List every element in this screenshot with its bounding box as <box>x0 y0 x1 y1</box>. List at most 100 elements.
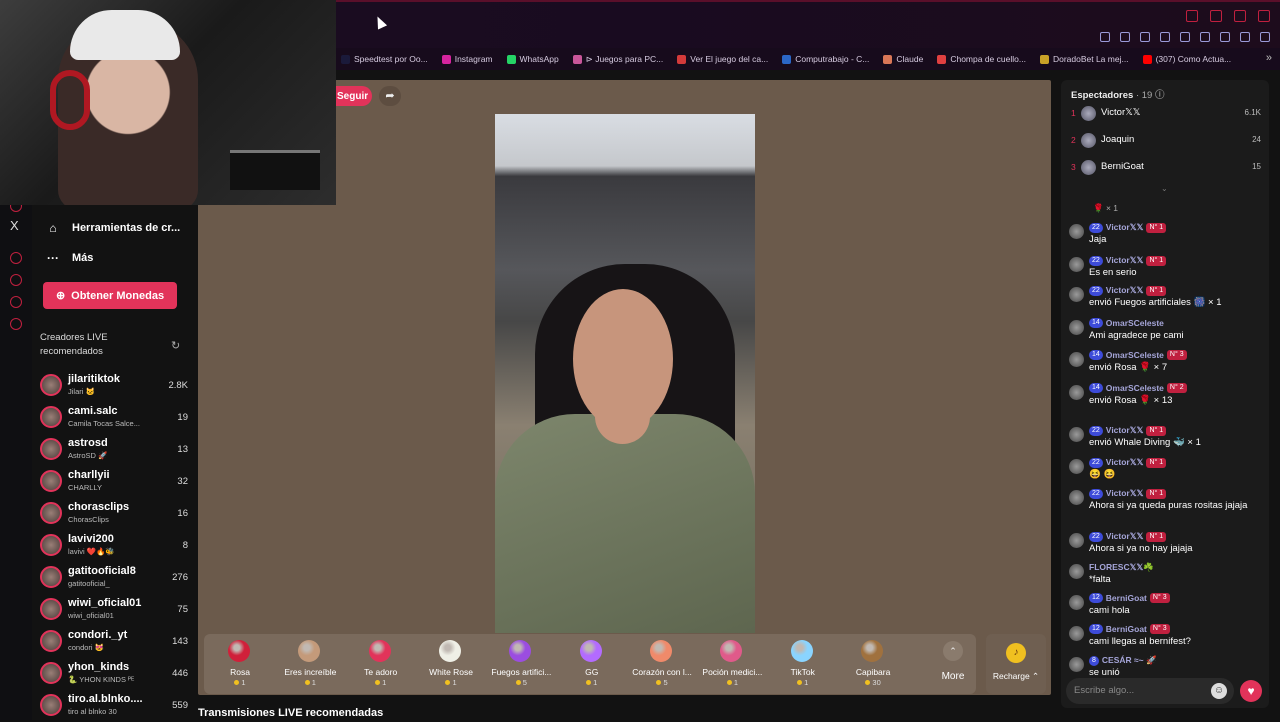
refresh-icon[interactable]: ↻ <box>171 339 180 352</box>
avatar[interactable] <box>1069 352 1084 367</box>
avatar[interactable] <box>1069 626 1084 641</box>
message-username[interactable]: OmarSCeleste <box>1106 350 1164 360</box>
more-gifts-button[interactable]: ⌃ More <box>933 641 973 687</box>
download-icon[interactable] <box>1240 32 1250 42</box>
creator-item[interactable]: tiro.al.blnko.... tiro al blnko 30 559 <box>38 690 188 722</box>
sidebar-item-more[interactable]: ··· Más <box>46 251 93 265</box>
bookmark-item[interactable]: Instagram <box>441 54 493 64</box>
info-icon[interactable]: ⓘ <box>1155 90 1165 101</box>
gift-item[interactable]: Rosa 1 <box>204 634 274 694</box>
bookmark-item[interactable]: Claude <box>883 54 923 64</box>
message-username[interactable]: Victor𝕏𝕏 <box>1106 255 1144 266</box>
follow-button[interactable]: Seguir <box>336 86 372 106</box>
search-icon[interactable] <box>1186 10 1198 22</box>
message-username[interactable]: FLORESC𝕏𝕏☘️ <box>1089 562 1154 573</box>
bookmark-item[interactable]: Computrabajo - C... <box>782 54 869 64</box>
bookmarks-more-icon[interactable]: » <box>1266 52 1272 64</box>
gift-item[interactable]: Poción medici... 1 <box>696 634 766 694</box>
top-viewer-row[interactable]: 3 BerniGoat 15 <box>1069 158 1261 180</box>
creator-item[interactable]: astrosd AstroSD 🚀 13 <box>38 434 188 466</box>
rail-icon[interactable] <box>10 296 22 308</box>
avatar[interactable] <box>1069 533 1084 548</box>
heart-icon[interactable] <box>1180 32 1190 42</box>
message-username[interactable]: OmarSCeleste <box>1106 318 1164 328</box>
gift-item[interactable]: Fuegos artifici... 5 <box>485 634 555 694</box>
creator-item[interactable]: yhon_kinds 🐍 YHON KINDS ᴾᴱ 446 <box>38 658 188 690</box>
shield-icon[interactable] <box>1140 32 1150 42</box>
avatar[interactable] <box>1069 564 1084 579</box>
message-username[interactable]: Victor𝕏𝕏 <box>1106 285 1144 296</box>
message-username[interactable]: BerniGoat <box>1106 593 1147 603</box>
gift-item[interactable]: Corazón con l... 5 <box>626 634 696 694</box>
bookmark-item[interactable]: WhatsApp <box>506 54 559 64</box>
gift-item[interactable]: Eres increíble 1 <box>274 634 344 694</box>
emoji-icon[interactable]: ☺ <box>1211 683 1227 699</box>
creator-item[interactable]: chorasclips ChorasClips 16 <box>38 498 188 530</box>
bookmark-item[interactable]: Speedtest por Oo... <box>341 54 428 64</box>
live-video[interactable] <box>495 114 755 633</box>
creator-item[interactable]: jilaritiktok Jilari 🐱 2.8K <box>38 370 188 402</box>
message-username[interactable]: Victor𝕏𝕏 <box>1106 488 1144 499</box>
rail-icon[interactable] <box>10 252 22 264</box>
play-icon[interactable] <box>1160 32 1170 42</box>
chat-input[interactable]: Escribe algo... <box>1066 678 1234 704</box>
gift-item[interactable]: Te adoro 1 <box>345 634 415 694</box>
extension-icon[interactable] <box>1100 32 1110 42</box>
level-badge: 22 <box>1089 255 1103 266</box>
get-coins-button[interactable]: ⊕ Obtener Monedas <box>43 282 177 309</box>
fan-badge: N° 1 <box>1146 222 1167 233</box>
avatar[interactable] <box>1069 224 1084 239</box>
heart-button[interactable]: ♥ <box>1240 680 1262 702</box>
creator-item[interactable]: gatitooficial8 gatitooficial_ 276 <box>38 562 188 594</box>
send-icon[interactable] <box>1220 32 1230 42</box>
avatar[interactable] <box>1069 257 1084 272</box>
message-username[interactable]: Victor𝕏𝕏 <box>1106 222 1144 233</box>
creator-item[interactable]: wiwi_oficial01 wiwi_oficial01 75 <box>38 594 188 626</box>
maximize-icon[interactable] <box>1234 10 1246 22</box>
share-icon[interactable]: ➦ <box>379 86 401 106</box>
bookmark-item[interactable]: Chompa de cuello... <box>937 54 1026 64</box>
x-icon[interactable]: X <box>10 218 19 233</box>
recharge-button[interactable]: ♪ Recharge ⌃ <box>986 634 1046 694</box>
gift-item[interactable]: TikTok 1 <box>767 634 837 694</box>
gift-item[interactable]: GG 1 <box>556 634 626 694</box>
bookmark-item[interactable]: (307) Como Actua... <box>1142 54 1231 64</box>
top-viewer-row[interactable]: 2 Joaquin 24 <box>1069 131 1261 153</box>
viewers-heading[interactable]: Espectadores · 19 ⓘ <box>1071 87 1164 101</box>
close-icon[interactable] <box>1258 10 1270 22</box>
menu-icon[interactable] <box>1260 32 1270 42</box>
bookmark-item[interactable]: DoradoBet La mej... <box>1039 54 1129 64</box>
creator-subtitle: AstroSD 🚀 <box>68 451 108 460</box>
creator-item[interactable]: charllyii CHARLLY 32 <box>38 466 188 498</box>
avatar[interactable] <box>1069 427 1084 442</box>
creator-item[interactable]: condori._yt condori 😻 143 <box>38 626 188 658</box>
creator-item[interactable]: lavivi200 lavivi ❤️🔥🐝 8 <box>38 530 188 562</box>
message-username[interactable]: Victor𝕏𝕏 <box>1106 531 1144 542</box>
avatar[interactable] <box>1069 595 1084 610</box>
gift-item[interactable]: Capibara 30 <box>837 634 907 694</box>
creator-item[interactable]: cami.salc Camila Tocas Salce... 19 <box>38 402 188 434</box>
avatar[interactable] <box>1069 287 1084 302</box>
message-username[interactable]: Victor𝕏𝕏 <box>1106 425 1144 436</box>
chevron-down-icon[interactable]: ⌄ <box>1161 184 1168 193</box>
message-username[interactable]: CESÁR ≈~ 🚀 <box>1102 655 1157 666</box>
rail-icon[interactable] <box>10 318 22 330</box>
top-viewer-row[interactable]: 1 Victor𝕏𝕏 6.1K <box>1069 104 1261 126</box>
bookmark-item[interactable]: Ver El juego del ca... <box>677 54 768 64</box>
avatar[interactable] <box>1069 385 1084 400</box>
sidebar-item-tools[interactable]: ⌂ Herramientas de cr... <box>46 221 180 235</box>
message-username[interactable]: OmarSCeleste <box>1106 383 1164 393</box>
avatar[interactable] <box>1069 459 1084 474</box>
message-username[interactable]: Victor𝕏𝕏 <box>1106 457 1144 468</box>
puzzle-icon[interactable] <box>1200 32 1210 42</box>
message-text: Ahora si ya no hay jajaja <box>1089 543 1193 554</box>
message-username[interactable]: BerniGoat <box>1106 624 1147 634</box>
avatar[interactable] <box>1069 490 1084 505</box>
avatar[interactable] <box>1069 657 1084 672</box>
bookmark-item[interactable]: ⊳ Juegos para PC... <box>572 54 663 65</box>
avatar[interactable] <box>1069 320 1084 335</box>
gift-item[interactable]: White Rose 1 <box>415 634 485 694</box>
screenshot-icon[interactable] <box>1120 32 1130 42</box>
rail-icon[interactable] <box>10 274 22 286</box>
minimize-icon[interactable] <box>1210 10 1222 22</box>
